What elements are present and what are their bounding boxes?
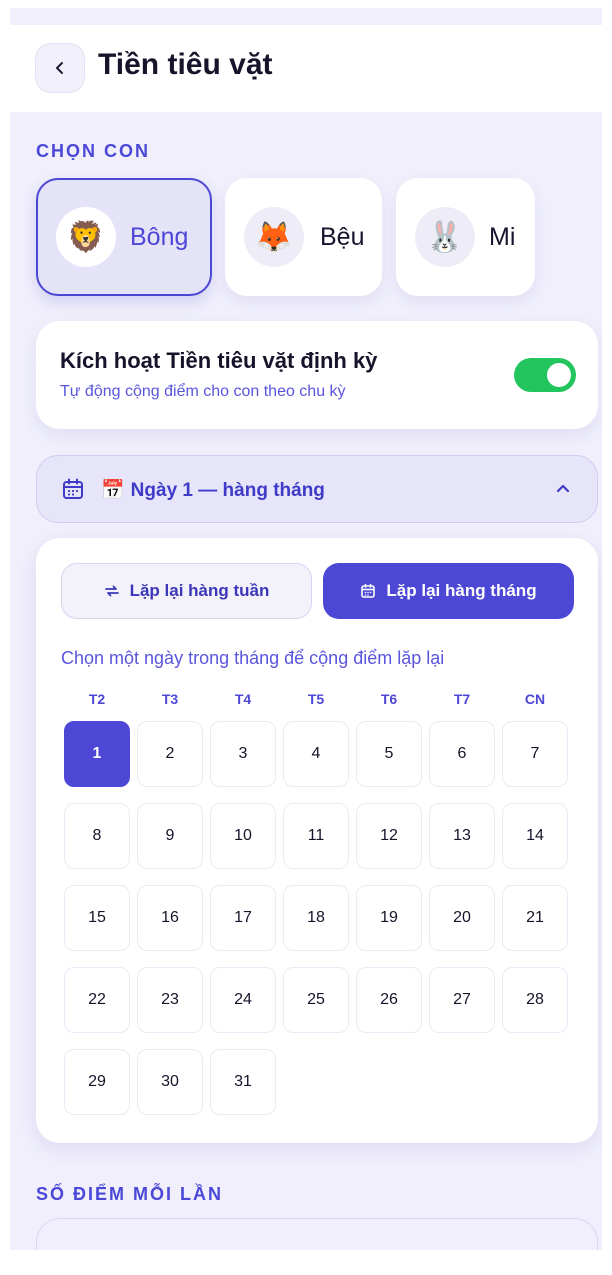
day-cell-31[interactable]: 31 (210, 1049, 276, 1115)
screen: Tiền tiêu vặt CHỌN CON 🦁 Bông 🦊 Bệu 🐰 Mi… (10, 8, 602, 1250)
weekday-label: T7 (453, 691, 471, 707)
weekday-label: T5 (307, 691, 325, 707)
day-cell-6[interactable]: 6 (429, 721, 495, 787)
day-cell-2[interactable]: 2 (137, 721, 203, 787)
calendar-icon (63, 478, 83, 499)
lion-avatar-icon: 🦁 (56, 207, 116, 267)
child-name: Bệu (320, 222, 365, 251)
day-cell-15[interactable]: 15 (64, 885, 130, 951)
day-cell-14[interactable]: 14 (502, 803, 568, 869)
repeat-weekly-label: Lặp lại hàng tuần (129, 581, 270, 600)
weekday-label: T6 (380, 691, 398, 707)
day-cell-25[interactable]: 25 (283, 967, 349, 1033)
child-card-bong[interactable]: 🦁 Bông (36, 178, 212, 296)
day-cell-29[interactable]: 29 (64, 1049, 130, 1115)
auto-allowance-subtitle: Tự động cộng điểm cho con theo chu kỳ (60, 383, 346, 400)
child-card-beu[interactable]: 🦊 Bệu (225, 178, 382, 296)
rabbit-avatar-icon: 🐰 (415, 207, 475, 267)
calendar-emoji-icon: 📅 (101, 479, 125, 501)
day-cell-27[interactable]: 27 (429, 967, 495, 1033)
day-cell-1[interactable]: 1 (64, 721, 130, 787)
children-section-label: CHỌN CON (36, 141, 150, 161)
day-cell-17[interactable]: 17 (210, 885, 276, 951)
schedule-summary: 📅 Ngày 1 — hàng tháng (101, 478, 325, 502)
day-cell-20[interactable]: 20 (429, 885, 495, 951)
day-cell-9[interactable]: 9 (137, 803, 203, 869)
day-cell-30[interactable]: 30 (137, 1049, 203, 1115)
day-cell-7[interactable]: 7 (502, 721, 568, 787)
auto-allowance-title: Kích hoạt Tiền tiêu vặt định kỳ (60, 348, 378, 373)
toggle-knob (547, 363, 571, 387)
points-section-label: SỐ ĐIỂM MỖI LẦN (36, 1184, 223, 1204)
repeat-monthly-button[interactable]: Lặp lại hàng tháng (323, 563, 574, 619)
fox-avatar-icon: 🦊 (244, 207, 304, 267)
back-button[interactable] (35, 43, 85, 93)
repeat-weekly-button[interactable]: Lặp lại hàng tuần (61, 563, 312, 619)
points-input-card[interactable] (36, 1218, 598, 1250)
page-title: Tiền tiêu vặt (98, 48, 273, 81)
day-cell-16[interactable]: 16 (137, 885, 203, 951)
day-cell-12[interactable]: 12 (356, 803, 422, 869)
auto-allowance-toggle[interactable] (514, 358, 576, 392)
schedule-panel: Lặp lại hàng tuần Lặp lại hàng tháng Chọ… (36, 538, 598, 1143)
day-cell-5[interactable]: 5 (356, 721, 422, 787)
header: Tiền tiêu vặt (10, 25, 602, 112)
schedule-dropdown[interactable]: 📅 Ngày 1 — hàng tháng (36, 455, 598, 523)
child-name: Bông (130, 222, 189, 251)
day-cell-24[interactable]: 24 (210, 967, 276, 1033)
day-cell-13[interactable]: 13 (429, 803, 495, 869)
calendar-icon (361, 583, 376, 598)
day-cell-3[interactable]: 3 (210, 721, 276, 787)
day-cell-19[interactable]: 19 (356, 885, 422, 951)
day-cell-22[interactable]: 22 (64, 967, 130, 1033)
child-name: Mi (489, 222, 516, 251)
schedule-label: Ngày 1 — hàng tháng (130, 480, 325, 501)
child-card-mi[interactable]: 🐰 Mi (396, 178, 535, 296)
chevron-up-icon (556, 484, 570, 493)
repeat-icon (104, 585, 119, 597)
calendar-hint: Chọn một ngày trong tháng để cộng điểm l… (61, 648, 445, 668)
auto-allowance-card: Kích hoạt Tiền tiêu vặt định kỳ Tự động … (36, 321, 598, 429)
weekday-label: T4 (234, 691, 252, 707)
day-cell-28[interactable]: 28 (502, 967, 568, 1033)
day-cell-23[interactable]: 23 (137, 967, 203, 1033)
weekday-label: T2 (88, 691, 106, 707)
day-cell-11[interactable]: 11 (283, 803, 349, 869)
repeat-monthly-label: Lặp lại hàng tháng (386, 581, 537, 600)
weekday-label: T3 (161, 691, 179, 707)
day-cell-18[interactable]: 18 (283, 885, 349, 951)
weekday-label: CN (524, 691, 546, 707)
day-cell-26[interactable]: 26 (356, 967, 422, 1033)
day-cell-21[interactable]: 21 (502, 885, 568, 951)
day-cell-10[interactable]: 10 (210, 803, 276, 869)
chevron-left-icon (56, 62, 63, 74)
day-cell-8[interactable]: 8 (64, 803, 130, 869)
day-cell-4[interactable]: 4 (283, 721, 349, 787)
